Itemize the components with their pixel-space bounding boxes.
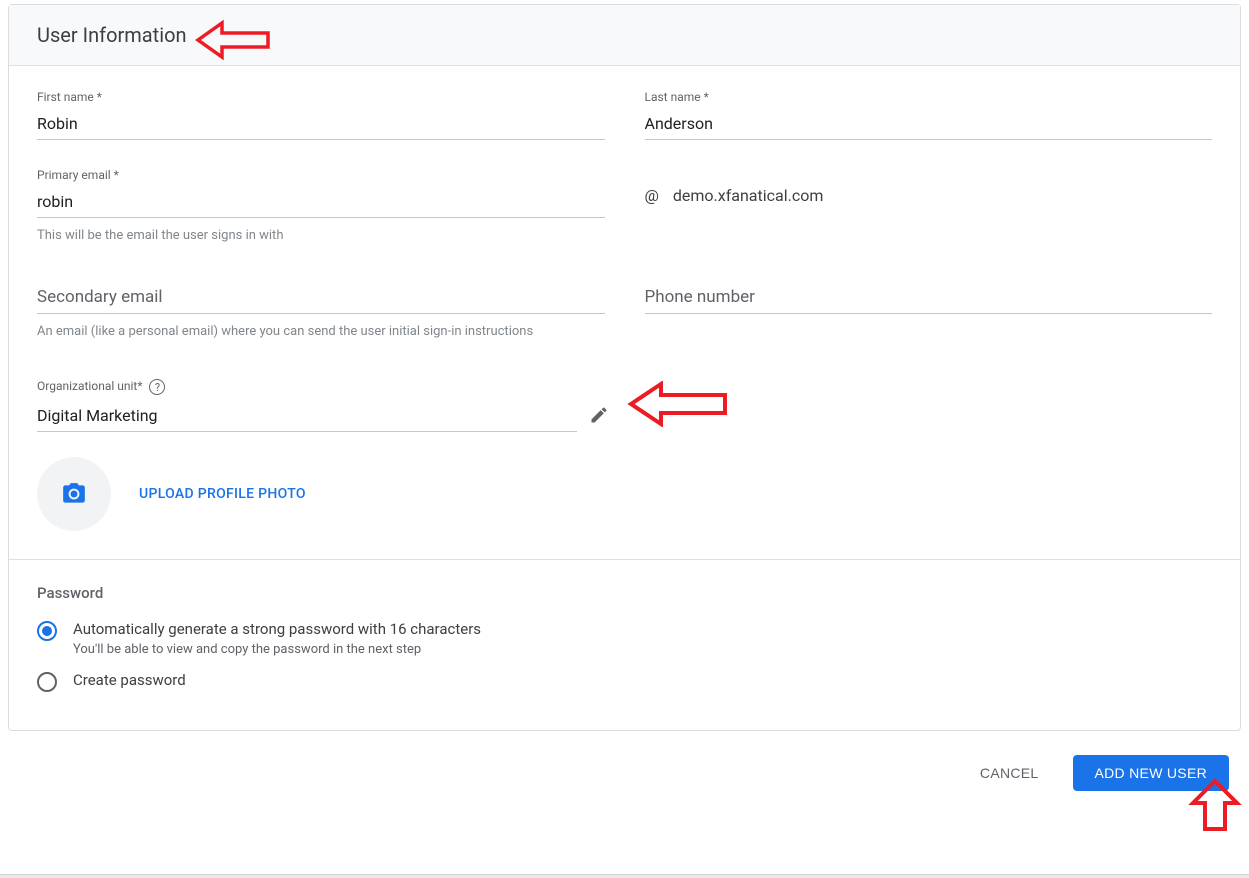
upload-photo-button[interactable]: UPLOAD PROFILE PHOTO [139, 486, 306, 502]
last-name-input[interactable] [645, 110, 1213, 140]
email-domain: @ demo.xfanatical.com [645, 186, 1213, 211]
domain-value[interactable]: demo.xfanatical.com [673, 186, 823, 205]
password-create-label: Create password [73, 671, 186, 689]
primary-email-input[interactable] [37, 188, 605, 218]
last-name-field: Last name * [645, 90, 1213, 140]
password-section-title: Password [37, 584, 1212, 602]
secondary-email-helper: An email (like a personal email) where y… [37, 324, 605, 339]
primary-email-field: Primary email * This will be the email t… [37, 168, 605, 243]
help-icon[interactable]: ? [149, 379, 165, 395]
annotation-arrow-left-icon [627, 381, 731, 427]
org-unit-label: Organizational unit* ? [37, 379, 613, 395]
user-info-card: User Information First name * Last name … [8, 4, 1241, 731]
password-auto-sublabel: You'll be able to view and copy the pass… [73, 642, 481, 657]
secondary-email-field: An email (like a personal email) where y… [37, 283, 605, 339]
radio-selected-icon [37, 621, 57, 641]
password-section: Password Automatically generate a strong… [9, 560, 1240, 730]
avatar-placeholder[interactable] [37, 457, 111, 531]
annotation-arrow-left-icon [194, 19, 274, 61]
edit-org-unit-button[interactable] [585, 401, 613, 433]
password-option-auto[interactable]: Automatically generate a strong password… [37, 620, 1212, 657]
pencil-icon [589, 405, 609, 425]
primary-email-label: Primary email * [37, 168, 605, 182]
profile-photo-row: UPLOAD PROFILE PHOTO [37, 457, 1212, 531]
secondary-email-input[interactable] [37, 283, 605, 314]
primary-email-helper: This will be the email the user signs in… [37, 228, 605, 243]
cancel-button[interactable]: CANCEL [958, 755, 1061, 791]
bottom-scrollbar[interactable] [0, 874, 1249, 878]
card-title: User Information [37, 23, 187, 47]
password-auto-label: Automatically generate a strong password… [73, 620, 481, 638]
card-header: User Information [9, 5, 1240, 66]
first-name-label: First name * [37, 90, 605, 104]
phone-field [645, 283, 1213, 314]
dialog-actions: CANCEL ADD NEW USER [0, 735, 1249, 831]
card-body: First name * Last name * Primary email *… [9, 66, 1240, 559]
last-name-label: Last name * [645, 90, 1213, 104]
annotation-arrow-up-icon [1187, 777, 1243, 833]
org-unit-input [37, 402, 577, 432]
radio-unselected-icon [37, 672, 57, 692]
password-option-create[interactable]: Create password [37, 671, 1212, 692]
phone-input[interactable] [645, 283, 1213, 314]
first-name-field: First name * [37, 90, 605, 140]
at-symbol: @ [645, 186, 659, 205]
camera-icon [61, 481, 87, 507]
first-name-input[interactable] [37, 110, 605, 140]
org-unit-field: Organizational unit* ? [37, 379, 613, 433]
